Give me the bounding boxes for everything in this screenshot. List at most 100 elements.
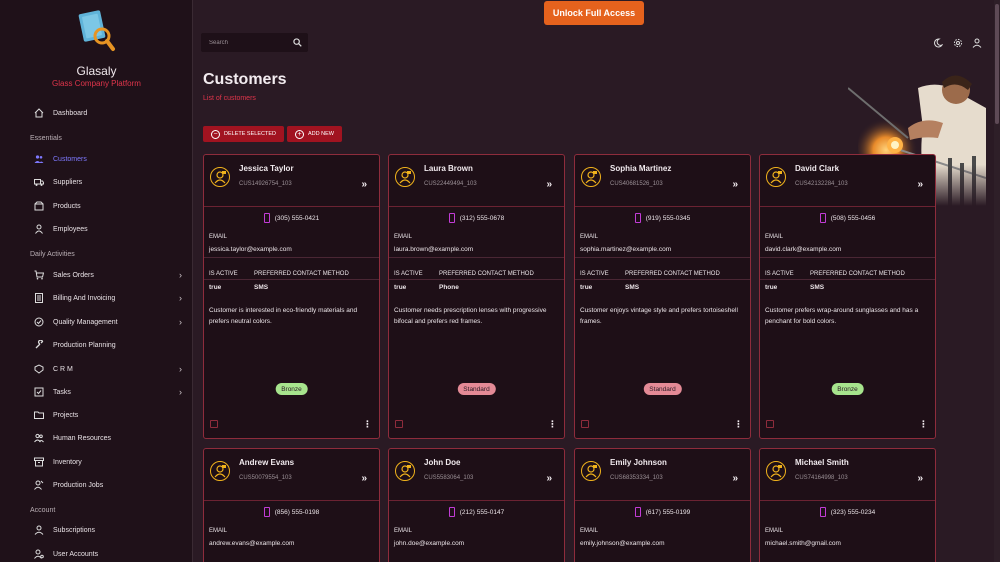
select-checkbox[interactable] [766, 420, 774, 428]
customer-name: Sophia Martinez [610, 164, 672, 173]
sidebar-item-projects[interactable]: Projects [33, 406, 188, 424]
more-options-icon[interactable]: ⋮ [919, 420, 928, 429]
open-details-icon[interactable]: » [546, 179, 552, 190]
phone-icon [263, 507, 270, 517]
open-details-icon[interactable]: » [546, 473, 552, 484]
add-new-button[interactable]: + ADD NEW [287, 126, 342, 142]
more-options-icon[interactable]: ⋮ [548, 420, 557, 429]
customer-note: Customer needs prescription lenses with … [394, 307, 547, 325]
sidebar-item-subscriptions[interactable]: Subscriptions [33, 521, 188, 539]
customer-card[interactable]: Emily Johnson CUS68353334_103 » (617) 55… [574, 448, 751, 562]
customer-card[interactable]: Andrew Evans CUS50079554_103 » (856) 555… [203, 448, 380, 562]
phone-value: (508) 555-0456 [830, 214, 876, 222]
sidebar-item-production-planning[interactable]: Production Planning [33, 336, 188, 354]
invoice-icon [33, 292, 45, 304]
card-divider [760, 206, 935, 207]
sidebar-item-tasks[interactable]: Tasks › [33, 383, 188, 401]
sidebar-item-crm[interactable]: C R M › [33, 360, 188, 378]
scrollbar-thumb[interactable] [995, 4, 999, 124]
truck-icon [33, 176, 45, 188]
delete-selected-button[interactable]: − DELETE SELECTED [203, 126, 284, 142]
open-details-icon[interactable]: » [361, 473, 367, 484]
user-accounts-icon [33, 548, 45, 560]
sidebar-item-quality[interactable]: Quality Management › [33, 313, 188, 331]
card-divider [204, 279, 379, 280]
select-checkbox[interactable] [395, 420, 403, 428]
app-logo[interactable] [78, 10, 116, 54]
customer-avatar-icon [766, 461, 786, 481]
customer-card[interactable]: Jessica Taylor CUS14926754_103 » (305) 5… [203, 154, 380, 439]
search-input[interactable] [201, 39, 286, 46]
email-label: EMAIL [580, 234, 599, 240]
customer-card[interactable]: Michael Smith CUS74164998_103 » (323) 55… [759, 448, 936, 562]
email-value: david.clark@example.com [765, 246, 842, 253]
sidebar-item-employees[interactable]: Employees [33, 220, 188, 238]
customer-avatar-icon [395, 461, 415, 481]
sidebar-item-human-resources[interactable]: Human Resources [33, 429, 188, 447]
open-details-icon[interactable]: » [917, 473, 923, 484]
chevron-right-icon: › [179, 270, 182, 280]
phone-value: (305) 555-0421 [274, 214, 320, 222]
sidebar-item-dashboard[interactable]: Dashboard [33, 104, 188, 122]
sidebar-item-user-accounts[interactable]: User Accounts [33, 545, 188, 562]
phone-value: (617) 555-0199 [645, 508, 691, 516]
sidebar-item-label: Dashboard [53, 109, 88, 117]
open-details-icon[interactable]: » [917, 179, 923, 190]
phone-icon [448, 213, 455, 223]
phone-icon [263, 213, 270, 223]
select-checkbox[interactable] [581, 420, 589, 428]
preferred-contact-value: Phone [439, 284, 459, 291]
gear-icon[interactable] [953, 38, 963, 48]
customer-phone: (508) 555-0456 [760, 213, 935, 223]
card-divider [389, 500, 564, 501]
card-divider [575, 500, 750, 501]
user-profile-icon[interactable] [972, 38, 982, 48]
dark-mode-icon[interactable] [933, 38, 943, 48]
sidebar-item-suppliers[interactable]: Suppliers [33, 173, 188, 191]
more-options-icon[interactable]: ⋮ [363, 420, 372, 429]
customer-id: CUS40681526_103 [610, 181, 663, 187]
sidebar-item-customers[interactable]: Customers [33, 150, 188, 168]
email-value: andrew.evans@example.com [209, 540, 295, 547]
customer-note: Customer is interested in eco-friendly m… [209, 307, 358, 325]
email-label: EMAIL [394, 528, 413, 534]
customer-card[interactable]: John Doe CUS5583064_103 » (212) 555-0147… [388, 448, 565, 562]
is-active-value: true [765, 284, 778, 291]
section-essentials: Essentials [30, 135, 62, 142]
more-options-icon[interactable]: ⋮ [734, 420, 743, 429]
open-details-icon[interactable]: » [732, 179, 738, 190]
card-divider [204, 500, 379, 501]
search-box [201, 33, 308, 52]
open-details-icon[interactable]: » [361, 179, 367, 190]
select-checkbox[interactable] [210, 420, 218, 428]
sidebar-item-production-jobs[interactable]: Production Jobs [33, 476, 188, 494]
card-divider [389, 279, 564, 280]
phone-value: (856) 555-0198 [274, 508, 320, 516]
folder-icon [33, 409, 45, 421]
customer-card[interactable]: David Clark CUS42132284_103 » (508) 555-… [759, 154, 936, 439]
sidebar-item-products[interactable]: Products [33, 197, 188, 215]
customer-card[interactable]: Laura Brown CUS22449494_103 » (312) 555-… [388, 154, 565, 439]
preferred-contact-value: SMS [810, 284, 825, 291]
customer-card[interactable]: Sophia Martinez CUS40681526_103 » (919) … [574, 154, 751, 439]
card-divider [389, 206, 564, 207]
email-value: emily.johnson@example.com [580, 540, 665, 547]
sidebar-item-inventory[interactable]: Inventory [33, 453, 188, 471]
customer-id: CUS22449494_103 [424, 181, 477, 187]
sidebar-item-label: Suppliers [53, 178, 83, 186]
card-divider [575, 279, 750, 280]
sidebar-item-label: User Accounts [53, 550, 99, 558]
archive-icon [33, 456, 45, 468]
open-details-icon[interactable]: » [732, 473, 738, 484]
sidebar-item-sales-orders[interactable]: Sales Orders › [33, 266, 188, 284]
page-scrollbar[interactable] [994, 0, 1000, 562]
email-label: EMAIL [209, 234, 228, 240]
sidebar-item-billing[interactable]: Billing And Invoicing › [33, 289, 188, 307]
is-active-value: true [580, 284, 593, 291]
unlock-full-access-button[interactable]: Unlock Full Access [544, 1, 644, 25]
search-icon[interactable] [293, 38, 302, 47]
customer-name: Emily Johnson [610, 458, 667, 467]
sidebar-item-label: Employees [53, 225, 88, 233]
sidebar-item-label: Products [53, 202, 81, 210]
customer-phone: (617) 555-0199 [575, 507, 750, 517]
